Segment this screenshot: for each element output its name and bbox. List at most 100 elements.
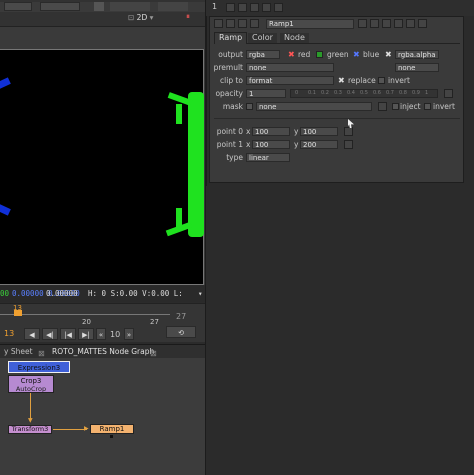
tab-color[interactable]: Color xyxy=(248,33,277,43)
type-value: linear xyxy=(249,154,269,162)
inject-checkbox[interactable] xyxy=(392,103,399,110)
redo-icon[interactable] xyxy=(262,3,271,12)
info-menu-icon[interactable]: ▾ xyxy=(198,286,203,302)
panel-count[interactable]: 1 xyxy=(212,2,217,11)
end-frame-field[interactable]: 27 xyxy=(176,312,186,321)
timeline-scrubber[interactable]: 13 20 27 xyxy=(0,304,170,326)
mask-checkbox[interactable] xyxy=(246,103,253,110)
blue-channel-checkbox[interactable]: ✖ xyxy=(353,50,360,59)
frame-field[interactable]: 13 xyxy=(4,329,14,338)
replace-checkbox[interactable]: ✖ xyxy=(338,76,345,85)
node-crop[interactable]: Crop3 AutoCrop xyxy=(8,375,54,393)
playback-mode-button[interactable]: ⟲ xyxy=(166,326,196,338)
viewer-canvas[interactable] xyxy=(0,49,204,285)
node-graph-canvas[interactable]: Expression3 Crop3 AutoCrop ▼ Transform3 … xyxy=(0,358,206,475)
point0-x-field[interactable]: 100 xyxy=(252,127,290,136)
step-field[interactable]: 10 xyxy=(110,330,120,339)
undo-icon[interactable] xyxy=(250,3,259,12)
tab-node[interactable]: Node xyxy=(280,33,309,43)
opacity-scale-tick: 0.9 xyxy=(412,90,420,96)
premult-value: none xyxy=(249,64,267,72)
alpha-channel-checkbox[interactable]: ✖ xyxy=(385,50,392,59)
lock-icon[interactable] xyxy=(226,3,235,12)
green-channel-checkbox[interactable] xyxy=(316,51,323,58)
node-name-field[interactable]: Ramp1 xyxy=(266,19,354,29)
node-ramp[interactable]: Ramp1 xyxy=(90,424,134,434)
clear-panels-icon[interactable] xyxy=(238,3,247,12)
premult-dropdown[interactable]: none xyxy=(246,63,334,72)
mask-channel-icon[interactable] xyxy=(378,102,387,111)
alpha-dropdown[interactable]: rgba.alpha xyxy=(395,50,439,59)
maximize-panel-icon[interactable] xyxy=(406,19,415,28)
play-backward-button[interactable]: ◀ xyxy=(24,328,40,340)
tab-dope-sheet[interactable]: y Sheet xyxy=(0,346,37,358)
redo-panel-icon[interactable] xyxy=(382,19,391,28)
undo-panel-icon[interactable] xyxy=(370,19,379,28)
tab-close-icon[interactable]: ⊠ xyxy=(38,349,45,358)
opacity-scale-tick: 0.8 xyxy=(399,90,407,96)
arrow-head-icon: ▼ xyxy=(28,417,33,424)
blue-shape-bottom xyxy=(0,203,11,216)
step-back-button[interactable]: ◀| xyxy=(42,328,58,340)
opacity-field[interactable]: 1 xyxy=(246,89,286,98)
invert-checkbox[interactable] xyxy=(378,77,385,84)
close-panel-icon[interactable] xyxy=(418,19,427,28)
node-help-icon[interactable] xyxy=(226,19,235,28)
mask-invert-checkbox[interactable] xyxy=(424,103,431,110)
mask-dropdown[interactable]: none xyxy=(256,102,372,111)
tab-close-icon-2[interactable]: ⊠ xyxy=(150,349,157,358)
type-label: type xyxy=(226,153,243,162)
collapse-icon[interactable] xyxy=(214,19,223,28)
node-transform[interactable]: Transform3 xyxy=(8,425,52,434)
green-shape-body xyxy=(188,92,204,237)
revert-icon[interactable] xyxy=(274,3,283,12)
tab-node-graph[interactable]: ROTO_MATTES Node Graph xyxy=(48,346,158,358)
to-end-button[interactable]: ▶| xyxy=(78,328,94,340)
red-channel-checkbox[interactable]: ✖ xyxy=(288,50,295,59)
premult-alpha-dropdown[interactable]: none xyxy=(395,63,439,72)
viewer-pause-icon[interactable]: ⏸ xyxy=(186,13,194,21)
to-start-button[interactable]: |◀ xyxy=(60,328,76,340)
timeline: 13 20 27 27 13 ◀ ◀| |◀ ▶| « 10 » ⟲ xyxy=(0,303,206,342)
blue-shape-top xyxy=(0,77,11,90)
tab-ramp[interactable]: Ramp xyxy=(214,32,248,44)
viewer-gain-field[interactable] xyxy=(40,2,80,11)
node-transform-label: Transform3 xyxy=(11,425,49,433)
revert-panel-icon[interactable] xyxy=(394,19,403,28)
skip-forward-button[interactable]: » xyxy=(124,328,134,340)
point1-y-field[interactable]: 200 xyxy=(300,140,338,149)
point1-y-value: 200 xyxy=(303,141,317,149)
viewer-info-bar: 00 0.00000 0.00000 0.00000 H: 0 S:0.00 V… xyxy=(0,286,206,314)
viewer-toolbar-row1 xyxy=(0,2,206,12)
panel-tabs: Ramp Color Node xyxy=(214,32,460,44)
point0-animation-icon[interactable] xyxy=(344,127,353,136)
green-shape-tick-bottom xyxy=(176,208,182,228)
point0-y-field[interactable]: 100 xyxy=(300,127,338,136)
output-dropdown[interactable]: rgba xyxy=(246,50,280,59)
node-icon[interactable] xyxy=(250,19,259,28)
type-dropdown[interactable]: linear xyxy=(246,153,290,162)
opacity-scale-tick: 0.6 xyxy=(373,90,381,96)
node-expression[interactable]: Expression3 xyxy=(8,361,70,373)
panel-header: Ramp1 xyxy=(212,19,462,29)
viewer-dropdown[interactable] xyxy=(4,2,32,11)
viewer-compare-dropdown[interactable] xyxy=(158,2,188,11)
output-value: rgba xyxy=(249,51,265,59)
float-panel-icon[interactable] xyxy=(358,19,367,28)
node-color-icon[interactable] xyxy=(238,19,247,28)
viewer-lock-icon[interactable] xyxy=(94,2,104,11)
opacity-scale: 0 0.1 0.2 0.3 0.4 0.5 0.6 0.7 0.8 0.9 1 xyxy=(291,90,437,97)
viewer-gamma-field[interactable] xyxy=(110,2,150,11)
skip-back-button[interactable]: « xyxy=(96,328,106,340)
output-label: output xyxy=(218,50,243,59)
opacity-animation-icon[interactable] xyxy=(444,89,453,98)
playhead-marker[interactable] xyxy=(14,310,22,316)
opacity-scale-tick: 0.7 xyxy=(386,90,394,96)
opacity-scale-tick: 0.3 xyxy=(334,90,342,96)
viewer-mode-label[interactable]: ⊡ 2D ▾ xyxy=(128,13,153,22)
mask-invert-label: invert xyxy=(433,102,455,111)
point1-animation-icon[interactable] xyxy=(344,140,353,149)
opacity-slider[interactable]: 0 0.1 0.2 0.3 0.4 0.5 0.6 0.7 0.8 0.9 1 xyxy=(290,89,438,98)
point1-x-field[interactable]: 100 xyxy=(252,140,290,149)
clip-to-dropdown[interactable]: format xyxy=(246,76,334,85)
